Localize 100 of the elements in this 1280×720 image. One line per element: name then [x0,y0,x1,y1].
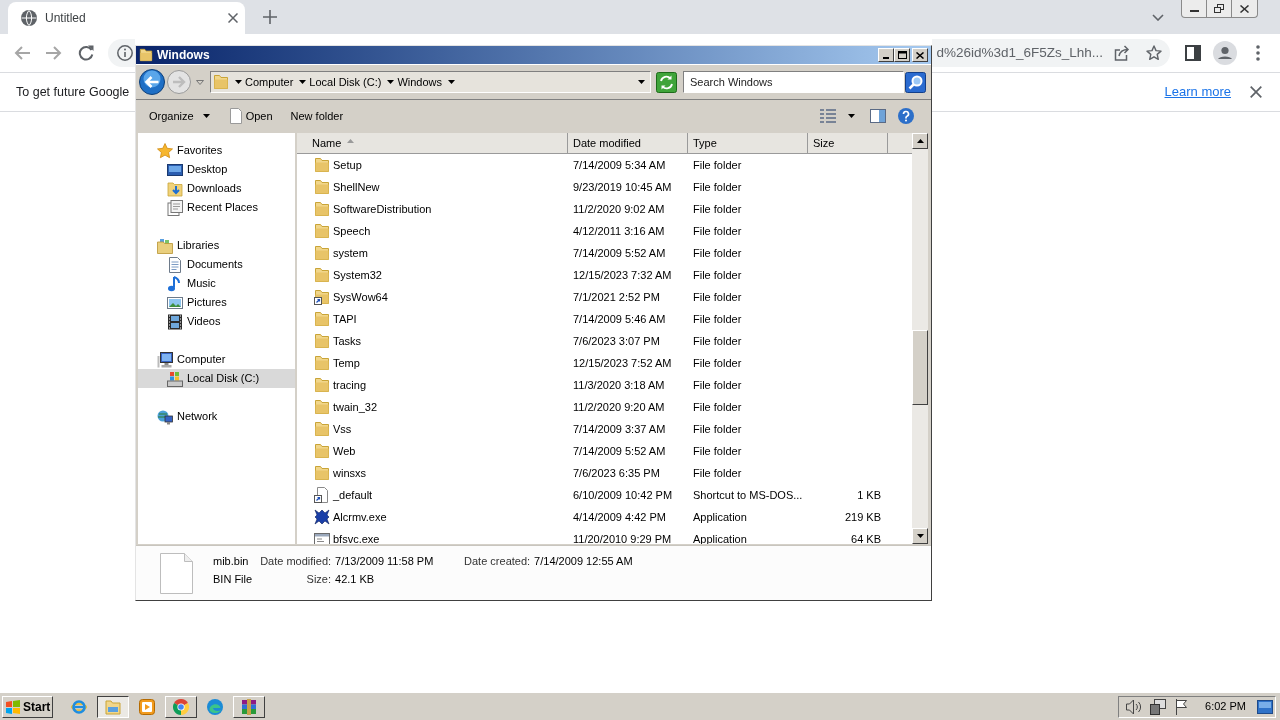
close-icon[interactable] [1250,86,1262,98]
maximize-button[interactable] [894,48,910,62]
breadcrumb-link[interactable]: Local Disk (C:) [309,73,382,91]
toolbar-button[interactable]: Open [223,104,279,128]
nav-item[interactable]: Recent Places [138,198,295,217]
close-button[interactable] [912,48,928,62]
folder-shortcut-icon [314,289,330,305]
flag-icon[interactable] [1175,698,1189,715]
shortcut-icon [314,487,330,503]
search-field[interactable]: Search Windows [683,71,904,93]
address-field[interactable]: Computer Local Disk (C:) Windows [210,71,651,93]
bookmark-star-icon[interactable] [1146,45,1162,61]
nav-item[interactable]: Libraries [138,236,295,255]
side-panel-icon[interactable] [1185,45,1201,61]
file-name[interactable]: twain_32 [333,401,378,413]
reload-icon[interactable] [78,45,94,61]
chevron-down-icon[interactable] [1152,13,1164,21]
date-modified: 7/14/2009 5:34 AM [573,159,666,171]
menu-icon[interactable] [1256,45,1260,61]
star-icon [157,142,173,159]
folder-icon [314,355,330,371]
column-header[interactable]: Size [808,133,888,154]
toolbar-button[interactable]: Organize [141,104,218,128]
address-bar[interactable]: d%26id%3d1_6F5Zs_Lhh... [932,39,1170,67]
nav-item[interactable]: Computer [138,350,295,369]
file-name[interactable]: system [333,247,368,259]
browser-tab[interactable]: Untitled [8,2,245,34]
nav-item[interactable]: Desktop [138,160,295,179]
file-name[interactable]: Speech [333,225,371,237]
file-type: BIN File [213,572,254,587]
detail-label: Date modified: [260,554,332,569]
file-name[interactable]: SysWow64 [333,291,388,303]
search-icon[interactable] [905,71,926,93]
file-name[interactable]: Tasks [333,335,362,347]
folder-icon [314,201,330,217]
scroll-down-button[interactable] [912,528,928,544]
detail-label: Date created: [464,554,531,569]
file-name[interactable]: _default [333,489,373,501]
show-desktop-icon[interactable] [1257,699,1273,714]
nav-item[interactable]: Network [138,407,295,426]
taskbar-button[interactable] [97,695,129,718]
network-status-icon[interactable] [1150,698,1167,715]
profile-avatar-icon[interactable] [1213,41,1237,65]
breadcrumb-arrow-icon[interactable] [387,80,395,84]
nav-item[interactable]: Downloads [138,179,295,198]
breadcrumb-arrow-icon[interactable] [299,80,307,84]
date-modified: 11/3/2020 3:18 AM [573,379,665,391]
share-icon[interactable] [1114,45,1130,61]
file-type: File folder [693,401,742,413]
file-name[interactable]: Web [333,445,356,457]
nav-item[interactable]: Videos [138,312,295,331]
file-name[interactable]: Alcrmv.exe [333,511,387,523]
file-name[interactable]: Vss [333,423,352,435]
address-dropdown-icon[interactable] [638,80,645,84]
clock: 6:02 PM [1205,699,1246,715]
folder-icon [314,443,330,459]
file-name[interactable]: Temp [333,357,360,369]
file-name[interactable]: winsxs [333,467,366,479]
nav-item[interactable]: Local Disk (C:) [138,369,295,388]
address-bar[interactable] [108,39,135,67]
file-type: File folder [693,247,742,259]
scrollbar-thumb[interactable] [912,330,928,405]
breadcrumb-link[interactable]: Computer [245,73,294,91]
nav-item[interactable]: Pictures [138,293,295,312]
file-name[interactable]: TAPI [333,313,357,325]
breadcrumb-link[interactable]: Windows [397,73,443,91]
file-name[interactable]: tracing [333,379,367,391]
folder-icon [314,267,330,283]
column-header[interactable]: Type [688,133,808,154]
nav-item[interactable]: Favorites [138,141,295,160]
date-modified: 12/15/2023 7:52 AM [573,357,672,369]
learn-more-link[interactable]: Learn more [1164,82,1231,102]
toolbar-button[interactable]: New folder [284,104,350,128]
refresh-icon[interactable] [656,71,677,93]
speaker-icon[interactable] [1126,698,1142,715]
new-tab-icon[interactable] [263,10,277,24]
nav-item[interactable]: Music [138,274,295,293]
column-header[interactable]: Date modified [568,133,688,154]
file-name[interactable]: ShellNew [333,181,380,193]
file-name[interactable]: SoftwareDistribution [333,203,432,215]
file-name[interactable]: bfsvc.exe [333,533,380,544]
file-name[interactable]: System32 [333,269,382,281]
view-dropdown-icon[interactable] [848,114,855,118]
history-dropdown-icon[interactable] [196,79,204,85]
file-type: File folder [693,225,742,237]
scroll-up-button[interactable] [912,133,928,149]
folder-icon [139,48,153,62]
file-name[interactable]: Setup [333,159,362,171]
nav-item[interactable]: Documents [138,255,295,274]
breadcrumb-arrow-icon[interactable] [448,80,456,84]
back-icon[interactable] [139,69,165,95]
help-icon[interactable] [898,108,914,124]
start-button[interactable]: Start [2,695,53,718]
column-header[interactable]: Name [297,133,568,154]
breadcrumb-arrow-icon[interactable] [235,80,242,84]
folder-icon [314,223,330,239]
preview-pane-icon[interactable] [870,109,886,123]
info-icon[interactable] [117,45,133,61]
folder-icon [105,698,121,715]
close-icon[interactable] [228,13,238,23]
